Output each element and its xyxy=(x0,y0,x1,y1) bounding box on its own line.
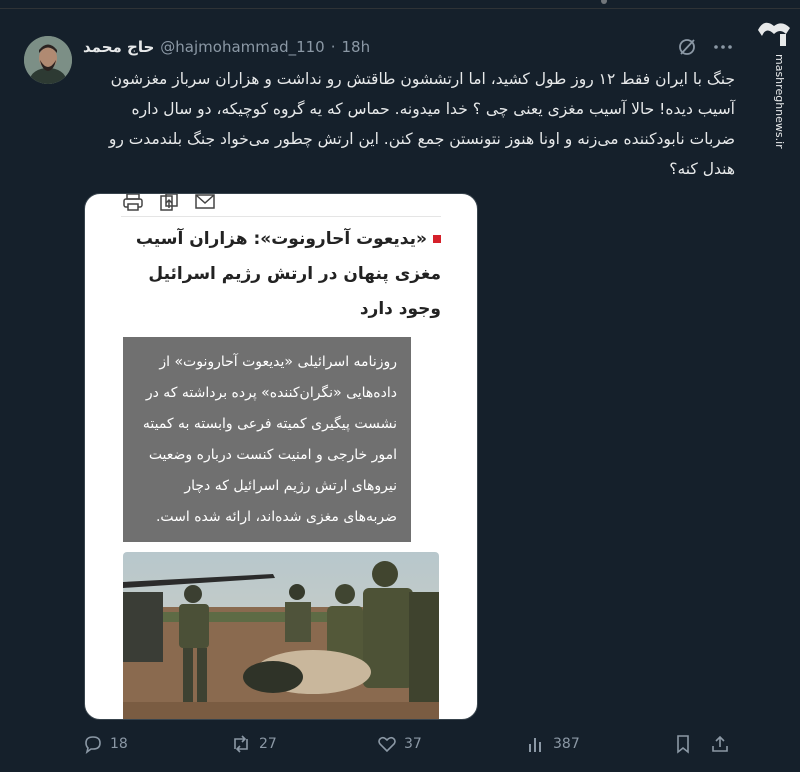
tweet-text: جنگ با ایران فقط ۱۲ روز طول کشید، اما ار… xyxy=(108,70,735,178)
separator: · xyxy=(330,38,336,56)
like-action[interactable]: 37 xyxy=(377,734,422,754)
like-icon xyxy=(378,736,396,753)
watermark: mashreghnews.ir xyxy=(752,14,796,149)
media-card[interactable]: «یدیعوت آحارونوت»: هزاران آسیب مغزی پنها… xyxy=(84,193,478,720)
views-action[interactable]: 387 xyxy=(526,734,580,754)
grok-icon[interactable] xyxy=(676,36,698,58)
article-toolbar xyxy=(123,194,215,212)
article-photo xyxy=(123,552,439,719)
tweet-actions: 18 27 37 387 xyxy=(83,734,733,758)
share-icon xyxy=(712,735,728,752)
copy-icon[interactable] xyxy=(159,194,179,212)
previous-tweet-divider xyxy=(0,0,800,9)
reply-action[interactable]: 18 xyxy=(83,734,128,754)
dot-icon xyxy=(601,0,607,4)
display-name[interactable]: حاج محمد xyxy=(83,38,154,56)
views-icon xyxy=(529,738,541,752)
more-icon[interactable] xyxy=(712,36,734,58)
soldiers-photo xyxy=(123,552,439,719)
print-icon[interactable] xyxy=(123,194,143,212)
handle[interactable]: @hajmohammad_110 xyxy=(160,38,324,56)
toolbar-divider xyxy=(121,216,441,217)
repost-action[interactable]: 27 xyxy=(230,734,277,754)
avatar[interactable] xyxy=(24,36,72,84)
views-count: 387 xyxy=(553,736,580,752)
bookmark-action[interactable] xyxy=(673,734,693,754)
article-title: «یدیعوت آحارونوت»: هزاران آسیب مغزی پنها… xyxy=(123,222,441,327)
article-summary: روزنامه اسرائیلی «یدیعوت آحارونوت» از دا… xyxy=(123,337,411,542)
timestamp[interactable]: 18h xyxy=(342,38,371,56)
repost-icon xyxy=(234,735,248,753)
repost-count: 27 xyxy=(259,736,277,752)
share-action[interactable] xyxy=(710,734,730,754)
mail-icon[interactable] xyxy=(195,194,215,212)
tweet-top-actions xyxy=(676,36,734,58)
reply-icon xyxy=(85,736,101,754)
watermark-url: mashreghnews.ir xyxy=(773,54,786,149)
article-title-text: «یدیعوت آحارونوت»: هزاران آسیب مغزی پنها… xyxy=(135,229,441,319)
red-bullet-icon xyxy=(433,235,441,243)
reply-count: 18 xyxy=(110,736,128,752)
like-count: 37 xyxy=(404,736,422,752)
bookmark-icon xyxy=(677,735,689,754)
tweet-header: حاج محمد @hajmohammad_110 · 18h xyxy=(83,38,370,56)
avatar-image xyxy=(24,36,72,84)
